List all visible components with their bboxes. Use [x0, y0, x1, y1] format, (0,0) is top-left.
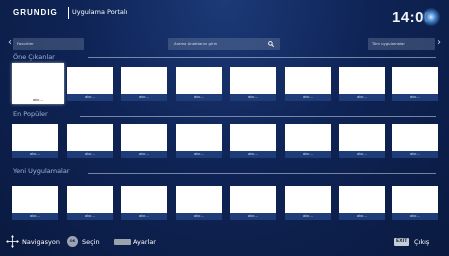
- footer-settings-label[interactable]: Ayarlar: [133, 237, 156, 247]
- tile-label: abc...: [121, 151, 167, 158]
- tile-label: abc...: [67, 213, 113, 220]
- section-divider: [88, 173, 436, 174]
- search-placeholder: Arama Anahtarını girin: [174, 41, 218, 46]
- header: GRUNDIG Uygulama Portalı 14:00: [0, 0, 449, 32]
- app-tile[interactable]: abc...: [67, 124, 113, 158]
- tile-label: abc...: [176, 94, 222, 101]
- app-tile[interactable]: abc...: [230, 124, 276, 158]
- app-tile[interactable]: abc...: [12, 124, 58, 158]
- tile-label: abc...: [339, 151, 385, 158]
- tile-label: abc...: [121, 213, 167, 220]
- navigation-arrows-icon: [6, 235, 19, 248]
- ok-button-icon: OK: [67, 236, 78, 247]
- app-tile[interactable]: abc...: [12, 63, 64, 104]
- footer-select-label: Seçin: [82, 238, 100, 246]
- tile-label: abc...: [67, 151, 113, 158]
- tile-label: abc...: [392, 94, 438, 101]
- page-title: Uygulama Portalı: [72, 8, 128, 16]
- grey-button-icon: [114, 239, 131, 245]
- tile-label: abc...: [12, 96, 64, 104]
- app-tile[interactable]: abc...: [121, 67, 167, 101]
- section-title-featured: Öne Çıkanlar: [13, 53, 55, 61]
- tile-label: abc...: [230, 151, 276, 158]
- app-tile[interactable]: abc...: [339, 186, 385, 220]
- brand-logo: GRUNDIG: [13, 8, 58, 17]
- arrow-left-icon[interactable]: ‹: [8, 36, 12, 50]
- app-tile[interactable]: abc...: [285, 124, 331, 158]
- tile-label: abc...: [176, 151, 222, 158]
- footer-navigation-label: Navigasyon: [22, 238, 60, 246]
- tab-favorites[interactable]: Favoriter: [13, 38, 84, 50]
- app-tile[interactable]: abc...: [121, 124, 167, 158]
- tile-label: abc...: [285, 213, 331, 220]
- app-tile[interactable]: abc...: [285, 67, 331, 101]
- tile-label: abc...: [392, 213, 438, 220]
- section-title-popular: En Popüler: [13, 110, 48, 118]
- tile-label: abc...: [285, 151, 331, 158]
- app-tile[interactable]: abc...: [12, 186, 58, 220]
- app-tile[interactable]: abc...: [176, 67, 222, 101]
- tile-label: abc...: [176, 213, 222, 220]
- app-tile[interactable]: abc...: [392, 124, 438, 158]
- tab-all-apps[interactable]: Tüm uygulamalar: [368, 38, 435, 50]
- footer-exit-label[interactable]: Çıkış: [414, 237, 429, 247]
- search-icon: [268, 41, 274, 47]
- app-tile[interactable]: abc...: [230, 186, 276, 220]
- app-tile[interactable]: abc...: [121, 186, 167, 220]
- tile-label: abc...: [339, 213, 385, 220]
- tile-label: abc...: [67, 94, 113, 101]
- tile-label: abc...: [121, 94, 167, 101]
- app-tile[interactable]: abc...: [339, 67, 385, 101]
- tile-label: abc...: [392, 151, 438, 158]
- section-title-new: Yeni Uygulamalar: [13, 167, 70, 175]
- search-input[interactable]: Arama Anahtarını girin: [168, 38, 280, 50]
- app-tile[interactable]: abc...: [176, 186, 222, 220]
- app-tile[interactable]: abc...: [392, 186, 438, 220]
- tile-label: abc...: [230, 94, 276, 101]
- section-divider: [80, 116, 436, 117]
- exit-button-icon: EXIT: [394, 238, 410, 246]
- header-divider: [68, 7, 69, 19]
- app-tile[interactable]: abc...: [67, 67, 113, 101]
- app-tile[interactable]: abc...: [339, 124, 385, 158]
- tile-label: abc...: [12, 213, 58, 220]
- weather-glow-icon: [422, 8, 440, 26]
- app-tile[interactable]: abc...: [392, 67, 438, 101]
- tile-label: abc...: [339, 94, 385, 101]
- app-tile[interactable]: abc...: [176, 124, 222, 158]
- tile-label: abc...: [285, 94, 331, 101]
- tile-label: abc...: [230, 213, 276, 220]
- app-tile[interactable]: abc...: [285, 186, 331, 220]
- section-divider: [88, 57, 436, 58]
- tile-label: abc...: [12, 151, 58, 158]
- app-tile[interactable]: abc...: [67, 186, 113, 220]
- arrow-right-icon[interactable]: ›: [437, 36, 441, 50]
- app-tile[interactable]: abc...: [230, 67, 276, 101]
